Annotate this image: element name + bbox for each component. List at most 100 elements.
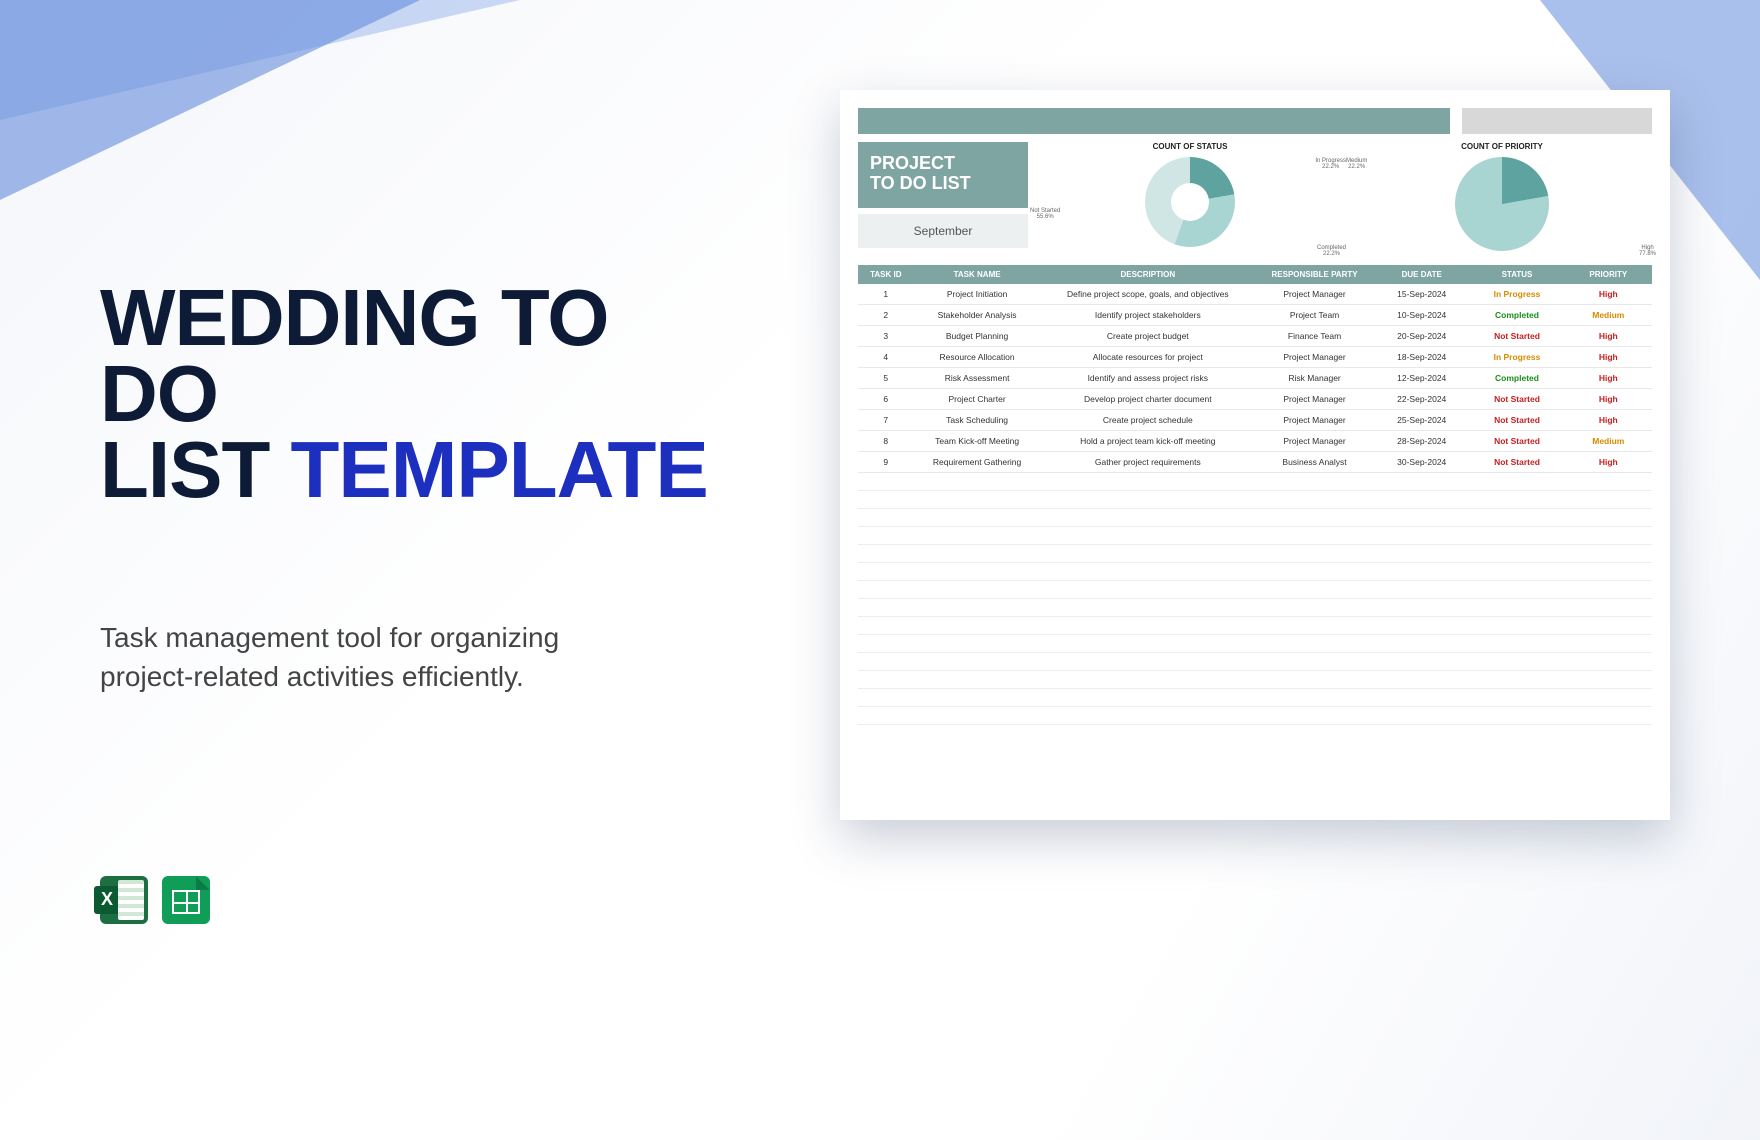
cell-party: Finance Team — [1255, 326, 1374, 347]
table-row-empty — [858, 689, 1652, 707]
cell-id: 3 — [858, 326, 914, 347]
cell-name: Task Scheduling — [914, 410, 1041, 431]
cell-desc: Define project scope, goals, and objecti… — [1041, 284, 1255, 305]
table-row: 2 Stakeholder Analysis Identify project … — [858, 305, 1652, 326]
cell-id: 9 — [858, 452, 914, 473]
table-row-empty — [858, 635, 1652, 653]
cell-status: Not Started — [1469, 410, 1564, 431]
cell-id: 7 — [858, 410, 914, 431]
table-row-empty — [858, 473, 1652, 491]
preview-month: September — [858, 214, 1028, 248]
donut-chart-icon — [1145, 157, 1235, 247]
table-row-empty — [858, 707, 1652, 725]
cell-party: Project Manager — [1255, 410, 1374, 431]
cell-desc: Gather project requirements — [1041, 452, 1255, 473]
cell-name: Risk Assessment — [914, 368, 1041, 389]
cell-due: 12-Sep-2024 — [1374, 368, 1469, 389]
cell-priority: High — [1565, 410, 1652, 431]
cell-party: Project Manager — [1255, 431, 1374, 452]
table-row: 9 Requirement Gathering Gather project r… — [858, 452, 1652, 473]
table-row: 7 Task Scheduling Create project schedul… — [858, 410, 1652, 431]
chart-label: Medium22.2% — [1346, 158, 1367, 170]
cell-desc: Identify project stakeholders — [1041, 305, 1255, 326]
excel-icon — [100, 876, 148, 924]
cell-id: 1 — [858, 284, 914, 305]
cell-priority: Medium — [1565, 431, 1652, 452]
format-icons — [100, 876, 740, 924]
cell-name: Project Initiation — [914, 284, 1041, 305]
cell-id: 8 — [858, 431, 914, 452]
chart-label: Completed22.2% — [1317, 245, 1346, 257]
tasks-table: TASK ID TASK NAME DESCRIPTION RESPONSIBL… — [858, 265, 1652, 725]
title-line2: LIST TEMPLATE — [100, 432, 740, 508]
cell-desc: Create project schedule — [1041, 410, 1255, 431]
cell-priority: High — [1565, 452, 1652, 473]
cell-priority: High — [1565, 389, 1652, 410]
cell-priority: High — [1565, 347, 1652, 368]
cell-desc: Hold a project team kick-off meeting — [1041, 431, 1255, 452]
col-desc: DESCRIPTION — [1041, 265, 1255, 284]
cell-name: Budget Planning — [914, 326, 1041, 347]
cell-id: 2 — [858, 305, 914, 326]
chart-title: COUNT OF STATUS — [1040, 142, 1340, 151]
cell-party: Business Analyst — [1255, 452, 1374, 473]
cell-status: In Progress — [1469, 284, 1564, 305]
cell-name: Resource Allocation — [914, 347, 1041, 368]
cell-status: Completed — [1469, 368, 1564, 389]
table-row-empty — [858, 491, 1652, 509]
table-row: 8 Team Kick-off Meeting Hold a project t… — [858, 431, 1652, 452]
cell-desc: Allocate resources for project — [1041, 347, 1255, 368]
cell-status: Not Started — [1469, 431, 1564, 452]
preview-title-line1: PROJECT — [870, 154, 1016, 174]
cell-status: Not Started — [1469, 389, 1564, 410]
cell-party: Project Manager — [1255, 284, 1374, 305]
cell-party: Risk Manager — [1255, 368, 1374, 389]
cell-due: 20-Sep-2024 — [1374, 326, 1469, 347]
preview-title: PROJECT TO DO LIST — [858, 142, 1028, 208]
cell-due: 15-Sep-2024 — [1374, 284, 1469, 305]
col-party: RESPONSIBLE PARTY — [1255, 265, 1374, 284]
table-row-empty — [858, 527, 1652, 545]
cell-name: Project Charter — [914, 389, 1041, 410]
cell-status: Completed — [1469, 305, 1564, 326]
cell-name: Requirement Gathering — [914, 452, 1041, 473]
table-row-empty — [858, 599, 1652, 617]
col-name: TASK NAME — [914, 265, 1041, 284]
table-row-empty — [858, 509, 1652, 527]
template-preview: PROJECT TO DO LIST September COUNT OF ST… — [840, 90, 1670, 820]
table-row-empty — [858, 545, 1652, 563]
cell-due: 25-Sep-2024 — [1374, 410, 1469, 431]
table-row: 6 Project Charter Develop project charte… — [858, 389, 1652, 410]
col-id: TASK ID — [858, 265, 914, 284]
table-row: 5 Risk Assessment Identify and assess pr… — [858, 368, 1652, 389]
cell-status: In Progress — [1469, 347, 1564, 368]
cell-priority: High — [1565, 326, 1652, 347]
cell-status: Not Started — [1469, 326, 1564, 347]
preview-header-bar — [858, 108, 1450, 134]
table-row-empty — [858, 581, 1652, 599]
cell-id: 6 — [858, 389, 914, 410]
table-row-empty — [858, 563, 1652, 581]
cell-desc: Identify and assess project risks — [1041, 368, 1255, 389]
table-row: 3 Budget Planning Create project budget … — [858, 326, 1652, 347]
table-row: 4 Resource Allocation Allocate resources… — [858, 347, 1652, 368]
table-row-empty — [858, 617, 1652, 635]
cell-name: Stakeholder Analysis — [914, 305, 1041, 326]
chart-label: In Progress22.2% — [1315, 158, 1346, 170]
cell-due: 10-Sep-2024 — [1374, 305, 1469, 326]
title-highlight: TEMPLATE — [291, 425, 708, 514]
col-priority: PRIORITY — [1565, 265, 1652, 284]
col-status: STATUS — [1469, 265, 1564, 284]
chart-label: High77.8% — [1639, 245, 1656, 257]
preview-title-line2: TO DO LIST — [870, 174, 1016, 194]
table-row-empty — [858, 671, 1652, 689]
status-chart: COUNT OF STATUS Not Started55.6% In Prog… — [1040, 142, 1340, 255]
cell-due: 28-Sep-2024 — [1374, 431, 1469, 452]
title-line1: WEDDING TO DO — [100, 280, 740, 432]
cell-party: Project Manager — [1255, 347, 1374, 368]
cell-desc: Develop project charter document — [1041, 389, 1255, 410]
page-title: WEDDING TO DO LIST TEMPLATE — [100, 280, 740, 508]
cell-id: 5 — [858, 368, 914, 389]
cell-desc: Create project budget — [1041, 326, 1255, 347]
chart-label: Not Started55.6% — [1030, 208, 1060, 220]
